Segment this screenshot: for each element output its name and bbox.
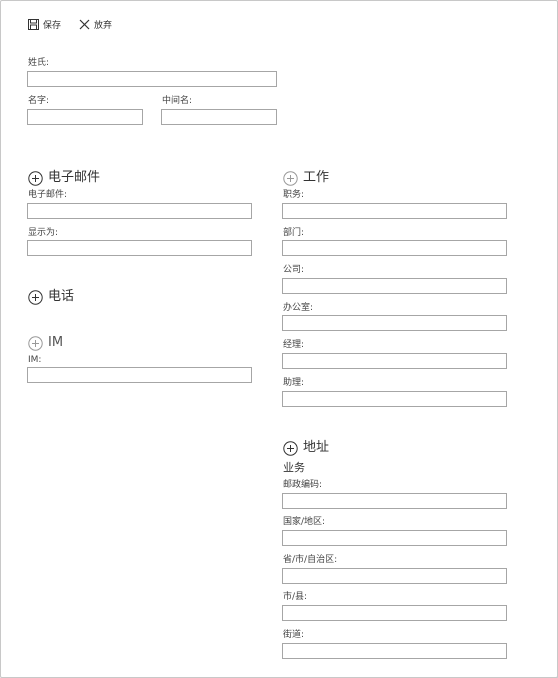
- manager-field[interactable]: [282, 353, 507, 369]
- job-title-field[interactable]: [282, 203, 507, 219]
- discard-label: 放弃: [94, 20, 113, 31]
- company-field[interactable]: [282, 278, 507, 294]
- street-label: 街道:: [283, 630, 305, 640]
- save-label: 保存: [43, 20, 62, 31]
- company-label: 公司:: [283, 265, 305, 275]
- work-section-header[interactable]: 工作: [283, 169, 329, 187]
- department-field[interactable]: [282, 240, 507, 256]
- email-label: 电子邮件:: [28, 190, 68, 200]
- add-email-icon: [28, 170, 43, 186]
- add-phone-icon: [28, 289, 43, 305]
- discard-button[interactable]: 放弃: [79, 17, 112, 31]
- first-name-field[interactable]: [27, 109, 143, 125]
- postal-code-field[interactable]: [282, 493, 507, 509]
- first-name-label: 名字:: [28, 96, 50, 106]
- address-section-header[interactable]: 地址: [283, 439, 329, 457]
- im-field[interactable]: [27, 367, 252, 383]
- add-work-icon: [283, 170, 298, 186]
- city-label: 市/县:: [283, 592, 308, 602]
- save-button[interactable]: 保存: [28, 17, 61, 31]
- im-section-header[interactable]: IM: [28, 334, 63, 352]
- close-icon: [79, 19, 90, 29]
- office-label: 办公室:: [283, 303, 314, 313]
- display-as-label: 显示为:: [28, 228, 59, 238]
- city-field[interactable]: [282, 605, 507, 621]
- add-address-icon: [283, 440, 298, 456]
- department-label: 部门:: [283, 228, 305, 238]
- email-field[interactable]: [27, 203, 252, 219]
- job-title-label: 职务:: [283, 190, 305, 200]
- add-im-icon: [28, 335, 43, 351]
- assistant-label: 助理:: [283, 378, 305, 388]
- phone-section-title: 电话: [48, 289, 75, 304]
- display-as-field[interactable]: [27, 240, 252, 256]
- middle-name-field[interactable]: [161, 109, 277, 125]
- im-section-title: IM: [48, 335, 64, 350]
- assistant-field[interactable]: [282, 391, 507, 407]
- manager-label: 经理:: [283, 340, 305, 350]
- save-icon: [28, 18, 39, 30]
- last-name-label: 姓氏:: [28, 58, 50, 68]
- postal-code-label: 邮政编码:: [283, 480, 323, 490]
- work-section-title: 工作: [303, 170, 330, 185]
- email-section-header[interactable]: 电子邮件: [28, 169, 100, 187]
- address-section-title: 地址: [303, 440, 330, 455]
- state-label: 省/市/自治区:: [283, 555, 338, 565]
- contact-form-window: 保存 放弃 姓氏: 名字: 中间名: 电子邮件 电子邮件: 显示为: 电话 IM…: [0, 0, 558, 678]
- last-name-field[interactable]: [27, 71, 277, 87]
- country-label: 国家/地区:: [283, 517, 326, 527]
- im-label: IM:: [28, 355, 42, 365]
- state-field[interactable]: [282, 568, 507, 584]
- country-field[interactable]: [282, 530, 507, 546]
- street-field[interactable]: [282, 643, 507, 659]
- office-field[interactable]: [282, 315, 507, 331]
- phone-section-header[interactable]: 电话: [28, 288, 74, 306]
- middle-name-label: 中间名:: [162, 96, 193, 106]
- email-section-title: 电子邮件: [48, 170, 101, 185]
- address-type-heading: 业务: [283, 461, 305, 474]
